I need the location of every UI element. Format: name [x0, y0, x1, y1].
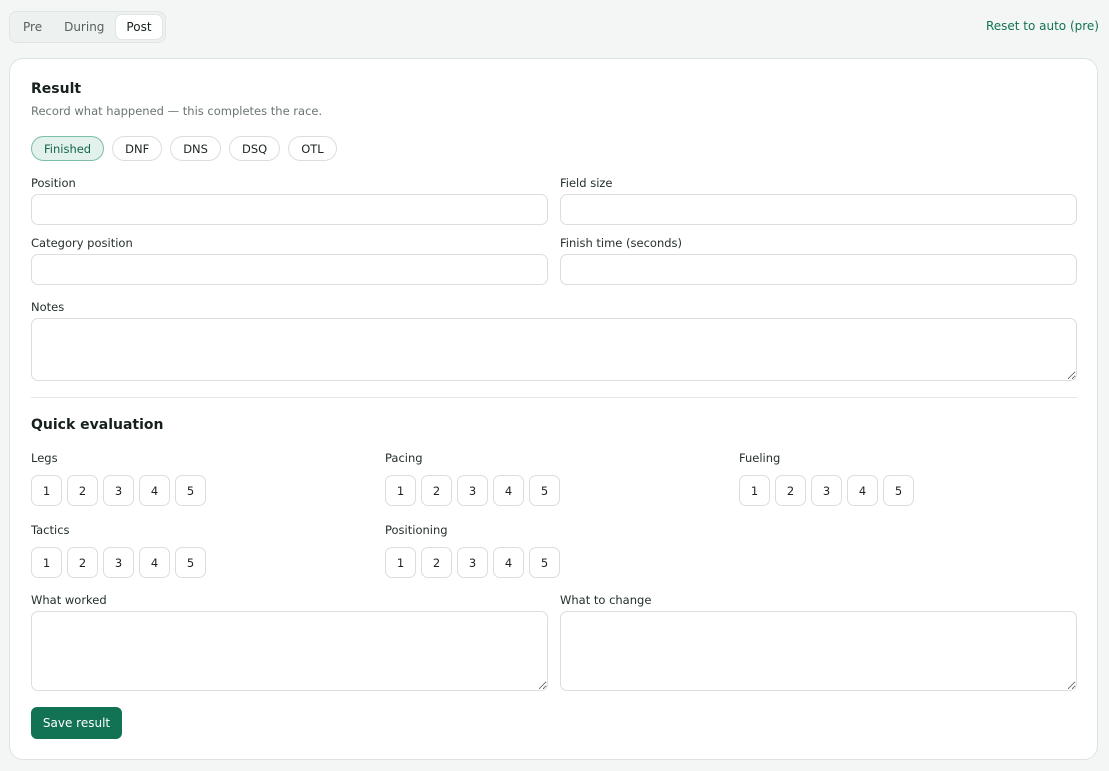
fueling-rating-3[interactable]: 3 — [811, 475, 842, 506]
top-bar: Pre During Post Reset to auto (pre) — [9, 11, 1099, 43]
category-position-input[interactable] — [31, 254, 548, 285]
result-subtitle: Record what happened — this completes th… — [31, 104, 323, 118]
legs-rating-4[interactable]: 4 — [139, 475, 170, 506]
positioning-label: Positioning — [385, 523, 448, 537]
finish-time-input[interactable] — [560, 254, 1077, 285]
legs-rating-1[interactable]: 1 — [31, 475, 62, 506]
positioning-rating-3[interactable]: 3 — [457, 547, 488, 578]
finish-time-label: Finish time (seconds) — [560, 236, 683, 250]
positioning-rating-1[interactable]: 1 — [385, 547, 416, 578]
tactics-rating-2[interactable]: 2 — [67, 547, 98, 578]
fueling-rating-5[interactable]: 5 — [883, 475, 914, 506]
fueling-rating-4[interactable]: 4 — [847, 475, 878, 506]
pacing-rating-4[interactable]: 4 — [493, 475, 524, 506]
legs-rating: 1 2 3 4 5 — [31, 475, 206, 506]
tactics-label: Tactics — [31, 523, 70, 537]
tactics-rating: 1 2 3 4 5 — [31, 547, 206, 578]
notes-label: Notes — [31, 300, 65, 314]
pacing-rating-5[interactable]: 5 — [529, 475, 560, 506]
fueling-rating: 1 2 3 4 5 — [739, 475, 914, 506]
tab-pre[interactable]: Pre — [13, 15, 52, 39]
result-card: Result Record what happened — this compl… — [9, 58, 1098, 760]
reset-to-auto-link[interactable]: Reset to auto (pre) — [986, 19, 1099, 33]
tab-during[interactable]: During — [54, 15, 114, 39]
section-divider — [31, 397, 1077, 398]
what-to-change-label: What to change — [560, 593, 652, 607]
tactics-rating-4[interactable]: 4 — [139, 547, 170, 578]
positioning-rating: 1 2 3 4 5 — [385, 547, 560, 578]
what-worked-label: What worked — [31, 593, 107, 607]
field-size-input[interactable] — [560, 194, 1077, 225]
status-chip-dnf[interactable]: DNF — [112, 136, 163, 161]
what-to-change-textarea[interactable] — [560, 611, 1077, 691]
save-result-button[interactable]: Save result — [31, 707, 122, 739]
field-size-label: Field size — [560, 176, 613, 190]
position-label: Position — [31, 176, 76, 190]
category-position-label: Category position — [31, 236, 133, 250]
pacing-rating-3[interactable]: 3 — [457, 475, 488, 506]
pacing-label: Pacing — [385, 451, 423, 465]
status-chip-otl[interactable]: OTL — [288, 136, 337, 161]
notes-textarea[interactable] — [31, 318, 1077, 381]
legs-rating-5[interactable]: 5 — [175, 475, 206, 506]
quick-evaluation-title: Quick evaluation — [31, 417, 164, 433]
position-input[interactable] — [31, 194, 548, 225]
legs-rating-2[interactable]: 2 — [67, 475, 98, 506]
legs-rating-3[interactable]: 3 — [103, 475, 134, 506]
tactics-rating-1[interactable]: 1 — [31, 547, 62, 578]
status-chip-dsq[interactable]: DSQ — [228, 136, 281, 161]
tab-post[interactable]: Post — [116, 15, 162, 39]
result-title: Result — [31, 81, 82, 97]
positioning-rating-2[interactable]: 2 — [421, 547, 452, 578]
positioning-rating-5[interactable]: 5 — [529, 547, 560, 578]
fueling-label: Fueling — [739, 451, 781, 465]
status-chips: Finished DNF DNS DSQ OTL — [31, 136, 337, 161]
fueling-rating-2[interactable]: 2 — [775, 475, 806, 506]
tactics-rating-3[interactable]: 3 — [103, 547, 134, 578]
fueling-rating-1[interactable]: 1 — [739, 475, 770, 506]
tactics-rating-5[interactable]: 5 — [175, 547, 206, 578]
pacing-rating: 1 2 3 4 5 — [385, 475, 560, 506]
what-worked-textarea[interactable] — [31, 611, 548, 691]
positioning-rating-4[interactable]: 4 — [493, 547, 524, 578]
status-chip-finished[interactable]: Finished — [31, 136, 105, 161]
status-chip-dns[interactable]: DNS — [170, 136, 221, 161]
pacing-rating-2[interactable]: 2 — [421, 475, 452, 506]
legs-label: Legs — [31, 451, 58, 465]
phase-tabs: Pre During Post — [9, 11, 166, 43]
pacing-rating-1[interactable]: 1 — [385, 475, 416, 506]
